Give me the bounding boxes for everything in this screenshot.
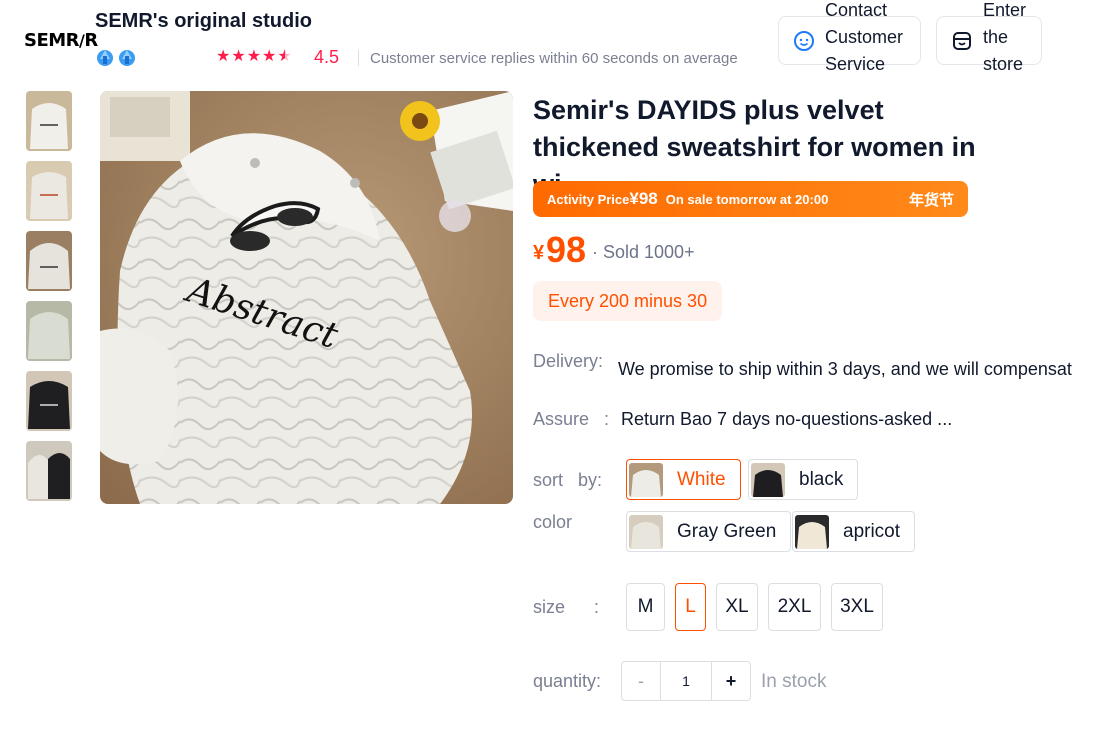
assure-text[interactable]: Return Bao 7 days no-questions-asked ... [621,409,952,430]
color-option-label: White [677,468,726,490]
price-value: 98 [546,229,587,270]
size-label: size : [533,597,600,617]
quantity-increase-button[interactable]: + [712,662,750,700]
star-icon: ★ [246,48,262,65]
contact-customer-service-button[interactable]: Contact Customer Service [778,0,921,74]
thumbnail-1[interactable] [26,91,72,151]
assure-label: Assure : [533,409,610,429]
hoodie-thumbnail-image [26,301,72,361]
apricot-swatch-image [795,514,829,549]
promo-tag: 年货节 [908,192,954,209]
size-option-3xl[interactable]: 3XL [831,583,883,631]
star-icon: ★ [231,48,246,65]
gray-green-swatch-image [629,514,663,549]
hoodie-thumbnail-image [26,441,72,501]
hoodie-thumbnail-image [26,231,72,291]
size-option-m[interactable]: M [626,583,665,631]
star-icon: ★ [216,48,231,65]
size-option-2xl[interactable]: 2XL [768,583,821,631]
price-currency: ¥ [533,242,545,264]
shop-name[interactable]: SEMR's original studio [95,10,312,33]
stock-status: In stock [761,671,827,692]
shop-logo[interactable]: SEMR/R [24,30,98,51]
color-option-label: black [799,468,844,490]
white-swatch-image [629,462,663,497]
delivery-label: Delivery: [533,351,604,371]
color-option-gray-green[interactable]: Gray Green [626,511,792,552]
color-option-white[interactable]: White [626,459,741,500]
hoodie-thumbnail-image [26,371,72,431]
black-swatch-image [751,462,785,497]
thumbnail-3[interactable] [26,231,72,291]
rating-stars: ★ ★ ★ ★ ★ [216,48,292,66]
store-icon [953,31,971,50]
promo-note: On sale tomorrow at 20:00 [665,191,829,207]
color-option-label: Gray Green [677,520,777,542]
crown-badge-icon [119,50,135,66]
quantity-input[interactable]: 1 [660,662,712,700]
activity-price-banner[interactable]: Activity Price ¥98 On sale tomorrow at 2… [533,181,968,217]
contact-label: Contact Customer Service [825,0,904,74]
store-label: Enter the store [983,0,1027,74]
hoodie-photo: Abstract [100,91,513,504]
service-note: Customer service replies within 60 secon… [370,50,738,67]
hoodie-thumbnail-image [26,91,72,151]
star-icon: ★ [262,48,277,65]
shop-badges [95,47,137,67]
customer-service-icon [794,30,814,51]
quantity-decrease-button[interactable]: - [622,662,660,700]
size-option-l[interactable]: L [675,583,706,631]
hoodie-thumbnail-image [26,161,72,221]
color-option-black[interactable]: black [748,459,859,500]
thumbnail-6[interactable] [26,441,72,501]
sort-by-label: sort by: [533,470,603,490]
half-star-icon: ★ [277,48,292,65]
crown-badge-icon [97,50,113,66]
size-option-xl[interactable]: XL [716,583,758,631]
delivery-text: We promise to ship within 3 days, and we… [618,359,1072,379]
thumbnail-5[interactable] [26,371,72,431]
color-label: color [533,512,573,532]
sold-count: · Sold 1000+ [592,242,695,262]
promo-label: Activity Price [547,191,630,207]
promo-price: ¥98 [629,189,658,208]
rating-value: 4.5 [314,47,340,67]
thumbnail-2[interactable] [26,161,72,221]
enter-store-button[interactable]: Enter the store [936,0,1042,74]
quantity-label: quantity: [533,671,602,691]
quantity-stepper: - 1 + [621,661,751,701]
coupon-badge[interactable]: Every 200 minus 30 [533,281,723,321]
color-option-label: apricot [843,520,901,542]
main-product-image[interactable]: Abstract [100,91,513,504]
thumbnail-4[interactable] [26,301,72,361]
color-option-apricot[interactable]: apricot [792,511,916,552]
divider [358,50,359,66]
